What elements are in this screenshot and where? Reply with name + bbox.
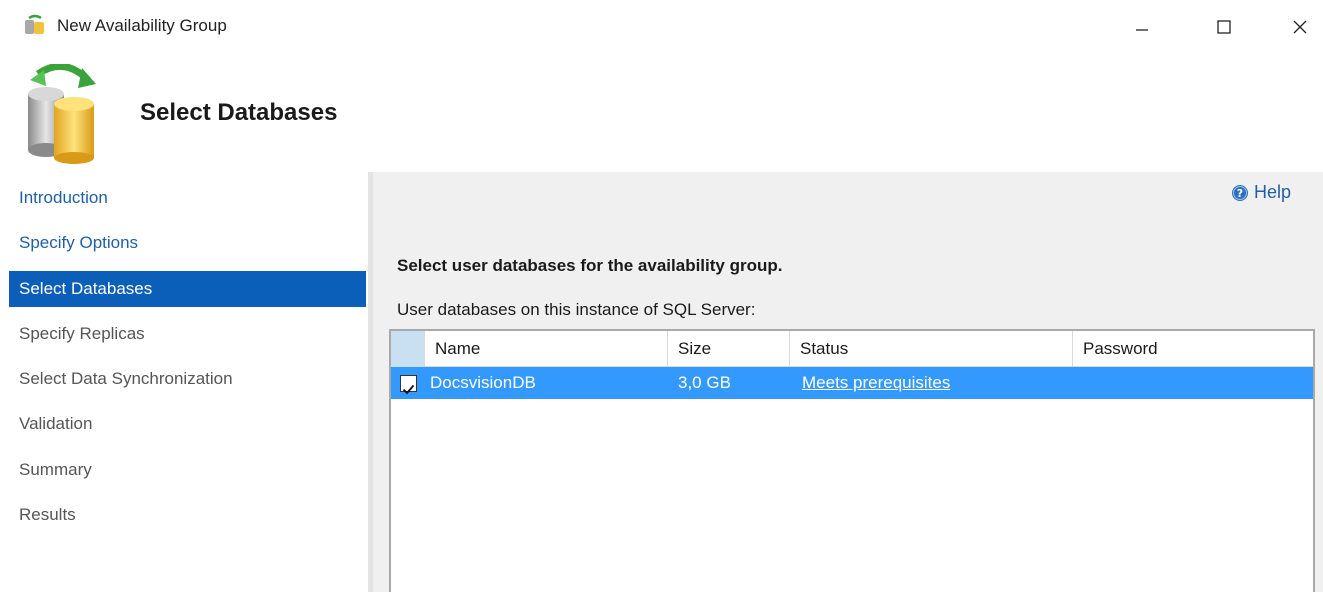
sidebar-item-introduction[interactable]: Introduction: [9, 180, 366, 216]
sidebar-item-select-databases[interactable]: Select Databases: [9, 271, 366, 307]
database-size: 3,0 GB: [678, 373, 731, 392]
close-icon: [1293, 20, 1307, 34]
page-title: Select Databases: [140, 99, 338, 126]
table-row[interactable]: DocsvisionDB 3,0 GB Meets prerequisites: [391, 367, 1313, 399]
databases-table[interactable]: Name Size Status Password DocsvisionDB 3…: [389, 329, 1315, 592]
status-link[interactable]: Meets prerequisites: [802, 367, 950, 399]
section-heading: Select user databases for the availabili…: [397, 256, 783, 275]
svg-text:?: ?: [1237, 187, 1243, 200]
sidebar-item-validation: Validation: [19, 414, 93, 433]
window-title: New Availability Group: [57, 16, 227, 35]
sidebar-item-select-data-synchronization: Select Data Synchronization: [19, 369, 233, 388]
column-header-status[interactable]: Status: [790, 331, 1073, 367]
sidebar-item-specify-options[interactable]: Specify Options: [9, 225, 366, 261]
sidebar-item-results: Results: [19, 505, 76, 524]
close-button[interactable]: [1280, 10, 1320, 44]
sidebar-item-summary: Summary: [19, 460, 92, 479]
availability-group-icon: [24, 14, 46, 36]
column-header-password[interactable]: Password: [1073, 331, 1313, 367]
select-all-header[interactable]: [391, 331, 425, 367]
database-checkbox[interactable]: [400, 375, 417, 395]
column-header-name[interactable]: Name: [425, 331, 668, 367]
maximize-button[interactable]: [1204, 10, 1244, 44]
maximize-icon: [1217, 20, 1231, 34]
wizard-header: Select Databases: [0, 56, 1323, 172]
title-bar: New Availability Group: [0, 0, 1323, 56]
main-panel: ? Help Select user databases for the ava…: [373, 172, 1323, 592]
database-name: DocsvisionDB: [430, 373, 536, 392]
table-caption: User databases on this instance of SQL S…: [397, 300, 756, 319]
minimize-button[interactable]: [1122, 10, 1162, 44]
column-header-size[interactable]: Size: [668, 331, 790, 367]
sidebar-item-specify-replicas: Specify Replicas: [19, 324, 145, 343]
database-sync-icon: [24, 62, 104, 164]
help-link[interactable]: ? Help: [1231, 182, 1291, 203]
minimize-icon: [1136, 29, 1148, 31]
help-icon: ?: [1232, 184, 1248, 201]
help-label: Help: [1254, 182, 1292, 202]
table-header: Name Size Status Password: [391, 331, 1313, 367]
checkmark-icon: [402, 384, 415, 395]
wizard-steps-sidebar: Introduction Specify Options Select Data…: [0, 172, 368, 592]
